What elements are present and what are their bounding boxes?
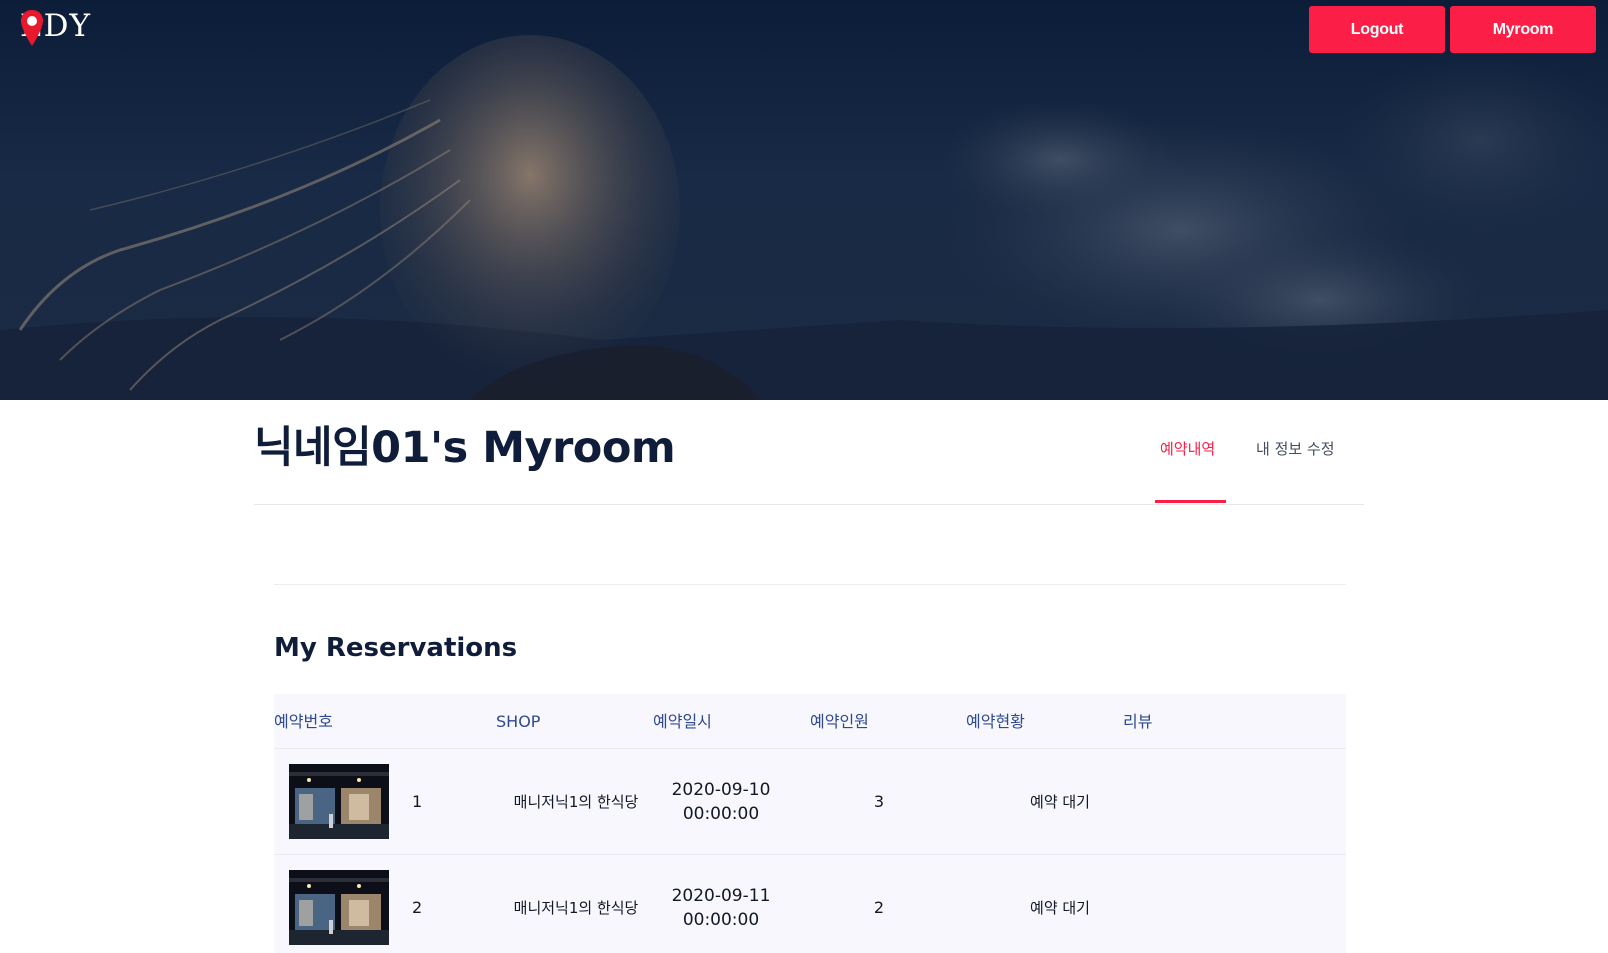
shop-thumbnail[interactable] bbox=[289, 870, 389, 945]
reservation-time: 00:00:00 bbox=[682, 804, 760, 824]
reservation-people: 2 bbox=[873, 898, 885, 917]
reservation-datetime: 2020-09-10 00:00:00 bbox=[662, 778, 780, 826]
logo-letters-dy: DY bbox=[43, 8, 91, 44]
column-header-review: 리뷰 bbox=[1123, 712, 1153, 731]
reservation-time: 00:00:00 bbox=[682, 910, 760, 930]
title-divider bbox=[254, 504, 1364, 505]
shop-name[interactable]: 매니저닉1의 한식당 bbox=[506, 896, 646, 920]
active-tab-indicator bbox=[1155, 500, 1226, 503]
tab-reservations[interactable]: 예약내역 bbox=[1160, 436, 1215, 462]
reservation-status: 예약 대기 bbox=[1030, 899, 1090, 917]
reservations-table: 예약번호 SHOP 예약일시 예약인원 예약현황 리뷰 1 매니저닉1의 한식당 bbox=[274, 694, 1346, 953]
column-header-datetime: 예약일시 bbox=[653, 712, 712, 731]
hero-banner: E DY Logout Myroom bbox=[0, 0, 1608, 400]
column-header-shop: SHOP bbox=[496, 712, 541, 731]
reservation-datetime: 2020-09-11 00:00:00 bbox=[662, 884, 780, 932]
column-header-people: 예약인원 bbox=[810, 712, 869, 731]
map-pin-icon bbox=[21, 10, 43, 46]
reservation-number: 2 bbox=[412, 898, 423, 917]
reservation-number: 1 bbox=[412, 792, 423, 811]
page-title: 닉네임01's Myroom bbox=[254, 423, 676, 473]
logout-button[interactable]: Logout bbox=[1309, 6, 1445, 53]
hero-background-image bbox=[0, 35, 1608, 400]
shop-thumbnail[interactable] bbox=[289, 764, 389, 839]
reservation-people: 3 bbox=[873, 792, 885, 811]
reservation-date: 2020-09-10 bbox=[671, 780, 771, 800]
shop-name[interactable]: 매니저닉1의 한식당 bbox=[506, 790, 646, 814]
reservation-date: 2020-09-11 bbox=[671, 886, 771, 906]
column-header-status: 예약현황 bbox=[966, 712, 1025, 731]
eody-logo[interactable]: E DY bbox=[20, 6, 91, 50]
table-row[interactable]: 2 매니저닉1의 한식당 2020-09-11 00:00:00 2 예약 대기 bbox=[274, 855, 1346, 953]
tab-edit-info[interactable]: 내 정보 수정 bbox=[1256, 436, 1335, 462]
table-row[interactable]: 1 매니저닉1의 한식당 2020-09-10 00:00:00 3 예약 대기 bbox=[274, 749, 1346, 855]
column-header-no: 예약번호 bbox=[274, 712, 333, 731]
reservations-title: My Reservations bbox=[274, 633, 518, 663]
reservation-status: 예약 대기 bbox=[1030, 793, 1090, 811]
myroom-button[interactable]: Myroom bbox=[1450, 6, 1596, 53]
table-header: 예약번호 SHOP 예약일시 예약인원 예약현황 리뷰 bbox=[274, 694, 1346, 749]
section-divider bbox=[274, 584, 1346, 585]
